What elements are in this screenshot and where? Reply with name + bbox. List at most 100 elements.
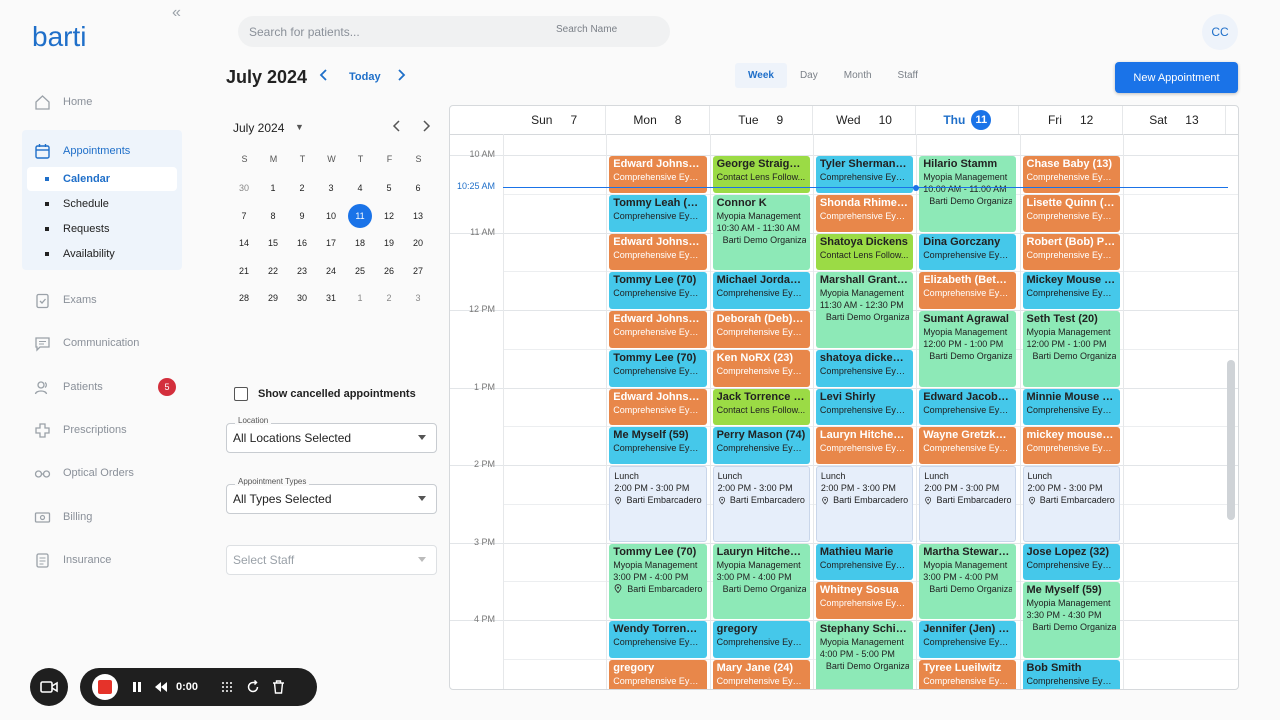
mini-calendar-day[interactable]: 24 [319, 259, 343, 283]
appointment-card[interactable]: Whitney Sosua Comprehensive Eye ... [815, 582, 914, 619]
sub-item-schedule[interactable]: Schedule [27, 192, 177, 216]
appointment-card[interactable]: Connor K Myopia Management 10:30 AM - 11:3… [712, 194, 810, 271]
day-header[interactable]: Tue 9 [710, 106, 813, 134]
appointment-card[interactable]: Edward Johnson... Comprehensive Eye ... [609, 311, 707, 348]
tab-day[interactable]: Day [787, 63, 831, 88]
appointment-card[interactable]: shatoya dickens ... Comprehensive Eye ... [815, 349, 914, 387]
mini-calendar-day[interactable]: 6 [406, 176, 430, 200]
mini-calendar-day[interactable]: 22 [261, 259, 285, 283]
mini-calendar-day[interactable]: 16 [290, 231, 314, 255]
mini-calendar-day[interactable]: 19 [377, 231, 401, 255]
mini-next-month-button[interactable] [421, 119, 431, 136]
appointment-card[interactable]: Me Myself (59) Myopia Management 3:30 PM -… [1022, 582, 1120, 658]
mini-calendar-day[interactable]: 25 [348, 259, 372, 283]
appointment-card[interactable]: Edward Jacobs (... Comprehensive Eye ... [919, 388, 1017, 426]
mini-calendar-day[interactable]: 5 [377, 176, 401, 200]
appointment-card[interactable]: gregory Comprehensive Eye ... [712, 621, 810, 658]
mini-calendar-day[interactable]: 3 [406, 286, 430, 310]
appointment-card[interactable]: Elizabeth (Betsy... Comprehensive Eye ... [919, 272, 1017, 309]
mini-calendar-day[interactable]: 2 [377, 286, 401, 310]
nav-insurance[interactable]: Insurance [22, 540, 182, 580]
appointment-card[interactable]: Tommy Lee (70) Myopia Management 3:00 PM -… [609, 543, 707, 619]
mini-calendar-day[interactable]: 11 [348, 203, 372, 228]
calendar-scrollbar[interactable] [1227, 360, 1235, 520]
mini-calendar-day[interactable]: 2 [290, 176, 314, 200]
mini-calendar-day[interactable]: 12 [377, 204, 401, 228]
appointment-card[interactable]: Tommy Leah (70) Comprehensive Eye ... [609, 194, 707, 232]
search-mode-select[interactable]: Search Name [556, 24, 617, 35]
next-week-button[interactable] [396, 68, 406, 86]
day-header[interactable]: Fri 12 [1020, 106, 1123, 134]
caret-down-icon[interactable]: ▼ [295, 122, 304, 132]
mini-calendar-day[interactable]: 18 [348, 231, 372, 255]
rewind-icon[interactable] [154, 681, 168, 693]
mini-calendar-day[interactable]: 29 [261, 286, 285, 310]
mini-calendar-day[interactable]: 30 [232, 176, 256, 200]
mini-calendar-title[interactable]: July 2024 [233, 121, 284, 135]
collapse-sidebar-icon[interactable]: « [172, 4, 181, 22]
appointment-card[interactable]: Marshall Grant (... Myopia Management 11:3… [815, 272, 914, 348]
appointment-card[interactable]: Seth Test (20) Myopia Management 12:00 PM … [1022, 311, 1120, 387]
appointment-card[interactable]: Lisette Quinn (31) Comprehensive Eye ... [1022, 194, 1120, 232]
appointment-card[interactable]: Shatoya Dickens Contact Lens Follow... [815, 233, 914, 271]
mini-calendar-day[interactable]: 27 [406, 259, 430, 283]
mini-calendar-day[interactable]: 1 [261, 176, 285, 200]
appointment-card[interactable]: Martha Stewart (... Myopia Management 3:00… [919, 543, 1017, 619]
mini-calendar-day[interactable]: 26 [377, 259, 401, 283]
day-header[interactable]: Sat 13 [1123, 106, 1227, 134]
appointment-card[interactable]: Jose Lopez (32) Comprehensive Eye ... [1022, 543, 1120, 581]
camera-button[interactable] [30, 668, 68, 706]
tab-week[interactable]: Week [735, 63, 787, 88]
nav-billing[interactable]: Billing [22, 497, 182, 537]
stop-recording-button[interactable] [92, 674, 118, 700]
sub-item-availability[interactable]: Availability [27, 242, 177, 266]
nav-appointments[interactable]: Appointments [22, 135, 130, 167]
appointment-card[interactable]: Shonda Rhimess... Comprehensive Eye ... [815, 194, 914, 232]
appointment-card[interactable]: Edward Johnson... Comprehensive Eye ... [609, 388, 707, 426]
mini-calendar-day[interactable]: 30 [290, 286, 314, 310]
day-header[interactable]: Mon 8 [606, 106, 710, 134]
appointment-card[interactable]: Lunch 2:00 PM - 3:00 PM Barti Embarcadero [1022, 466, 1120, 542]
nav-home[interactable]: Home [22, 82, 182, 122]
appointment-card[interactable]: Ken NoRX (23) Comprehensive Eye ... [712, 349, 810, 387]
restart-icon[interactable] [246, 680, 260, 694]
appointment-card[interactable]: Stephany Schiller Myopia Management 4:00 P… [815, 621, 914, 689]
sub-item-calendar[interactable]: Calendar [27, 167, 177, 191]
mini-calendar-day[interactable]: 20 [406, 231, 430, 255]
appointment-card[interactable]: Jack Torrence (8... Contact Lens Follow..… [712, 388, 810, 426]
mini-calendar-day[interactable]: 10 [319, 204, 343, 228]
appointment-card[interactable]: Bob Smith Comprehensive Eye ... [1022, 659, 1120, 689]
mini-calendar-day[interactable]: 23 [290, 259, 314, 283]
appointment-card[interactable]: Deborah (Deb) Zi... Comprehensive Eye ... [712, 311, 810, 348]
appointment-card[interactable]: Mary Jane (24) Comprehensive Eye ... [712, 659, 810, 689]
appointment-card[interactable]: Lunch 2:00 PM - 3:00 PM Barti Embarcadero [919, 466, 1017, 542]
mini-prev-month-button[interactable] [392, 119, 402, 136]
appointment-card[interactable]: Michael Jordan (... Comprehensive Eye ... [712, 272, 810, 309]
new-appointment-button[interactable]: New Appointment [1115, 62, 1238, 93]
mini-calendar-day[interactable]: 31 [319, 286, 343, 310]
mini-calendar-day[interactable]: 3 [319, 176, 343, 200]
appointment-card[interactable]: Mathieu Marie Comprehensive Eye ... [815, 543, 914, 581]
nav-communication[interactable]: Communication [22, 323, 182, 363]
staff-select[interactable]: Select Staff [226, 545, 437, 575]
mini-calendar-day[interactable]: 13 [406, 204, 430, 228]
mini-calendar-day[interactable]: 9 [290, 204, 314, 228]
appointment-card[interactable]: Mickey Mouse (... Comprehensive Eye ... [1022, 272, 1120, 309]
user-avatar[interactable]: CC [1202, 14, 1238, 50]
day-header[interactable]: Sun 7 [503, 106, 607, 134]
sub-item-requests[interactable]: Requests [27, 217, 177, 241]
mini-calendar-day[interactable]: 17 [319, 231, 343, 255]
prev-week-button[interactable] [319, 68, 329, 86]
appointment-card[interactable]: Me Myself (59) Comprehensive Eye ... [609, 427, 707, 464]
barti-logo[interactable]: barti [32, 22, 107, 52]
pause-icon[interactable] [132, 681, 142, 693]
appointment-card[interactable]: Lauryn Hitchens ... Comprehensive Eye ... [815, 427, 914, 464]
nav-prescriptions[interactable]: Prescriptions [22, 410, 182, 450]
appointment-card[interactable]: Lunch 2:00 PM - 3:00 PM Barti Embarcadero [609, 466, 707, 542]
appointment-card[interactable]: Lunch 2:00 PM - 3:00 PM Barti Embarcadero [712, 466, 810, 542]
appointment-card[interactable]: mickey mouse (... Comprehensive Eye ... [1022, 427, 1120, 464]
appointment-card[interactable]: Edward Johnson... Comprehensive Eye ... [609, 233, 707, 271]
day-header[interactable]: Thu 11 [916, 106, 1020, 134]
search-input[interactable]: Search for patients... Search Name [238, 16, 670, 47]
mini-calendar-day[interactable]: 1 [348, 286, 372, 310]
